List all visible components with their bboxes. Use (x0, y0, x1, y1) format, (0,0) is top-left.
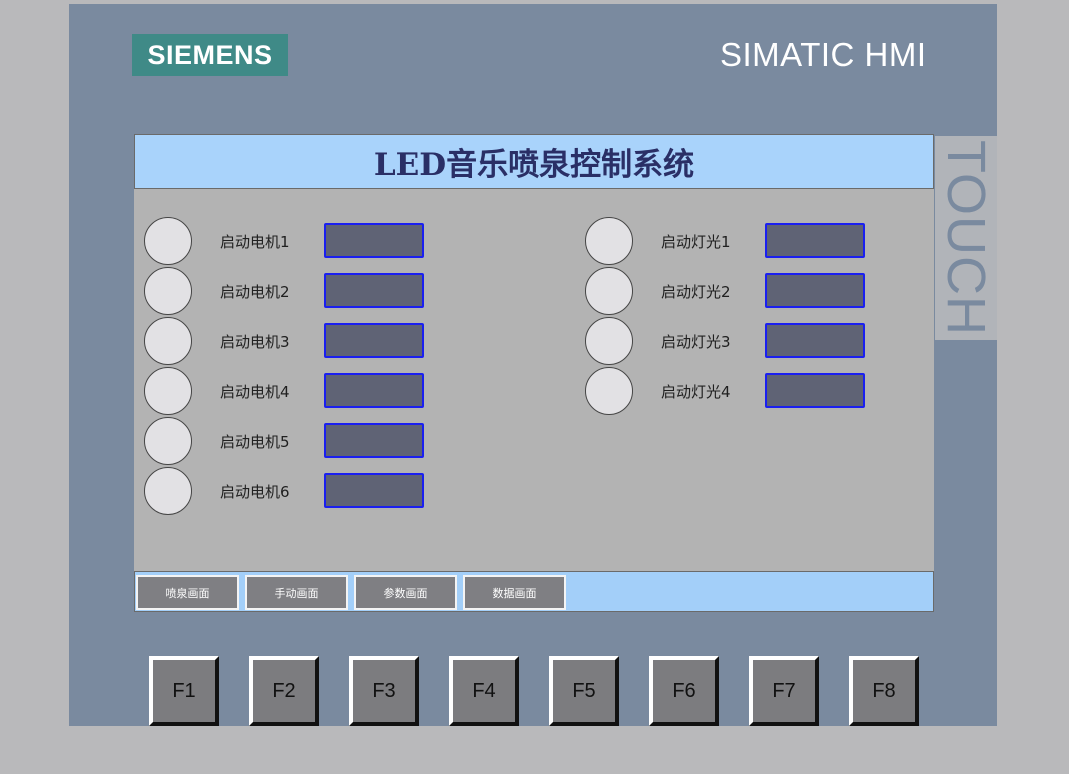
motor-row-1: 启动电机1 (144, 217, 444, 265)
title-bar: LED音乐喷泉控制系统 (134, 134, 934, 189)
light-row-3: 启动灯光3 (585, 317, 885, 365)
motor-row-5: 启动电机5 (144, 417, 444, 465)
hmi-screen: LED音乐喷泉控制系统 启动电机1 启动电机2 启动电机3 启动电机4 启动电机… (134, 134, 934, 612)
f5-key[interactable]: F5 (549, 656, 619, 726)
siemens-logo: SIEMENS (132, 34, 288, 76)
light-4-label: 启动灯光4 (661, 383, 731, 401)
light-4-io-field[interactable] (765, 373, 865, 408)
light-4-indicator[interactable] (585, 367, 633, 415)
nav-manual-screen-button[interactable]: 手动画面 (245, 575, 348, 610)
f8-key[interactable]: F8 (849, 656, 919, 726)
light-row-1: 启动灯光1 (585, 217, 885, 265)
f1-key[interactable]: F1 (149, 656, 219, 726)
motor-5-io-field[interactable] (324, 423, 424, 458)
nav-data-screen-button[interactable]: 数据画面 (463, 575, 566, 610)
motor-6-io-field[interactable] (324, 473, 424, 508)
motor-5-label: 启动电机5 (220, 433, 290, 451)
motor-2-label: 启动电机2 (220, 283, 290, 301)
page-title: LED音乐喷泉控制系统 (373, 147, 695, 183)
motor-4-indicator[interactable] (144, 367, 192, 415)
light-2-label: 启动灯光2 (661, 283, 731, 301)
motor-4-io-field[interactable] (324, 373, 424, 408)
motor-2-io-field[interactable] (324, 273, 424, 308)
screen-nav-bar: 喷泉画面 手动画面 参数画面 数据画面 (134, 571, 934, 612)
light-1-io-field[interactable] (765, 223, 865, 258)
light-3-indicator[interactable] (585, 317, 633, 365)
light-1-label: 启动灯光1 (661, 233, 731, 251)
light-3-label: 启动灯光3 (661, 333, 731, 351)
f3-key[interactable]: F3 (349, 656, 419, 726)
simatic-hmi-label: SIMATIC HMI (720, 36, 927, 73)
light-row-4: 启动灯光4 (585, 367, 885, 415)
motor-1-io-field[interactable] (324, 223, 424, 258)
motor-6-label: 启动电机6 (220, 483, 290, 501)
f2-key[interactable]: F2 (249, 656, 319, 726)
f4-key[interactable]: F4 (449, 656, 519, 726)
light-1-indicator[interactable] (585, 217, 633, 265)
touch-label-container: TOUCH (935, 136, 997, 340)
nav-fountain-screen-button[interactable]: 喷泉画面 (136, 575, 239, 610)
light-3-io-field[interactable] (765, 323, 865, 358)
motor-row-3: 启动电机3 (144, 317, 444, 365)
motor-row-2: 启动电机2 (144, 267, 444, 315)
motor-6-indicator[interactable] (144, 467, 192, 515)
light-2-io-field[interactable] (765, 273, 865, 308)
motor-3-io-field[interactable] (324, 323, 424, 358)
motor-5-indicator[interactable] (144, 417, 192, 465)
motor-3-indicator[interactable] (144, 317, 192, 365)
motor-1-label: 启动电机1 (220, 233, 290, 251)
light-row-2: 启动灯光2 (585, 267, 885, 315)
motor-4-label: 启动电机4 (220, 383, 290, 401)
motor-row-6: 启动电机6 (144, 467, 444, 515)
f7-key[interactable]: F7 (749, 656, 819, 726)
touch-label: TOUCH (936, 139, 997, 337)
light-2-indicator[interactable] (585, 267, 633, 315)
motor-row-4: 启动电机4 (144, 367, 444, 415)
motor-2-indicator[interactable] (144, 267, 192, 315)
motor-3-label: 启动电机3 (220, 333, 290, 351)
motor-1-indicator[interactable] (144, 217, 192, 265)
nav-parameter-screen-button[interactable]: 参数画面 (354, 575, 457, 610)
f6-key[interactable]: F6 (649, 656, 719, 726)
